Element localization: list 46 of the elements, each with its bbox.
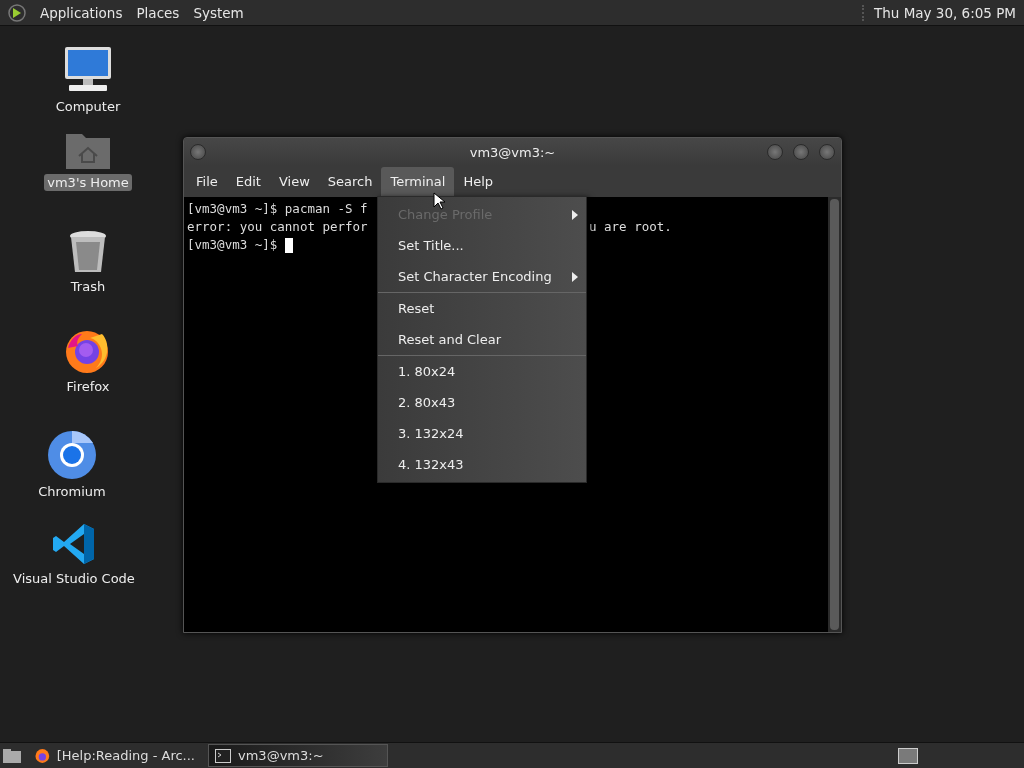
menu-item[interactable]: Search [318,167,382,196]
menu-item[interactable]: Edit [226,167,270,196]
terminal-text: u are root. [589,218,672,236]
desktop-icon-label[interactable]: vm3's Home [44,174,132,191]
menu-option[interactable]: Reset [378,293,586,324]
desktop-icon-label[interactable]: Visual Studio Code [10,570,138,587]
terminal-text: [vm3@vm3 ~]$ pacman -S f [187,200,368,218]
menu-option[interactable]: Reset and Clear [378,324,586,355]
trash-icon [68,230,108,274]
maximize-button[interactable] [793,144,809,160]
desktop-icon-label[interactable]: Trash [67,278,109,295]
clock[interactable]: Thu May 30, 6:05 PM [862,4,1016,21]
menu-item[interactable]: Terminal [381,167,455,196]
window-menu-button[interactable] [190,144,206,160]
window-title: vm3@vm3:~ [469,144,556,160]
menu-item[interactable]: Help [454,167,503,196]
menu-item[interactable]: File [187,167,227,196]
menu-option[interactable]: 2. 80x43 [378,387,586,418]
desktop-icon-label[interactable]: Chromium [35,483,109,500]
menu-option[interactable]: 1. 80x24 [378,356,586,387]
taskbar-button[interactable]: vm3@vm3:~ [208,744,388,767]
panel-menu[interactable]: Places [136,4,180,21]
minimize-button[interactable] [767,144,783,160]
code-editor-icon [52,522,96,566]
menu-option[interactable]: Set Title... [378,230,586,261]
terminal-text: [vm3@vm3 ~]$ [187,236,279,254]
desktop-icon-label[interactable]: Firefox [63,378,113,395]
menu-item[interactable]: View [269,167,319,196]
menu-option[interactable]: 4. 132x43 [378,449,586,480]
firefox-icon [35,747,50,764]
taskbar-button[interactable]: [Help:Reading - Arc... [28,744,202,767]
logo-icon [8,3,26,22]
panel-menu[interactable]: Applications [40,4,123,21]
computer-icon [63,46,113,94]
close-button[interactable] [819,144,835,160]
terminal-icon [215,748,231,763]
desktop-icon-label[interactable]: Computer [52,98,124,115]
scrollbar[interactable] [828,197,841,632]
workspace-switcher[interactable] [898,747,918,764]
mouse-pointer-icon [433,192,445,210]
menu-option[interactable]: 3. 132x24 [378,418,586,449]
show-desktop-icon[interactable] [2,747,22,764]
panel-menu[interactable]: System [193,4,244,21]
menu-option[interactable]: Set Character Encoding [378,261,586,292]
terminal-text: error: you cannot perfor [187,218,368,236]
chromium-icon [48,431,96,479]
